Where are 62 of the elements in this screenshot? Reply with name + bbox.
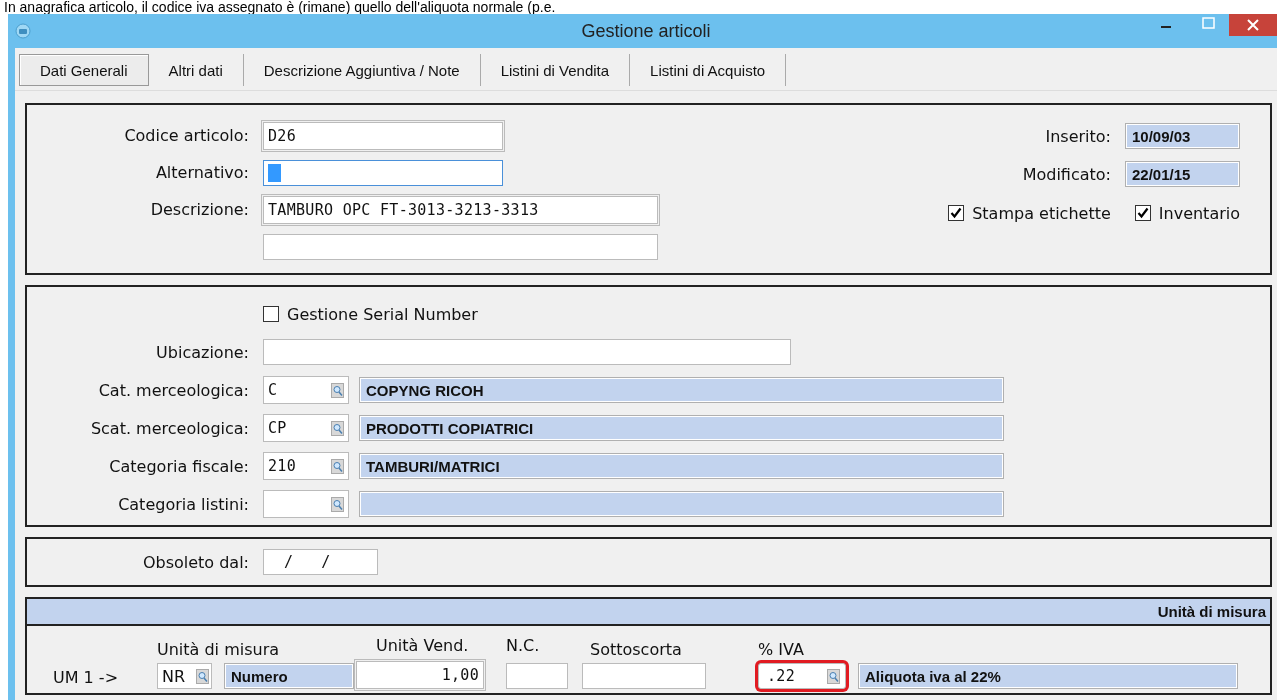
field-label: Cat. merceologica: [97,380,249,400]
field-label: Ubicazione: [155,342,249,362]
window-title: Gestione articoli [580,20,712,42]
checkbox-label: Gestione Serial Number [287,304,478,324]
tab[interactable]: Listini di Acquisto [630,54,787,86]
tab[interactable]: Descrizione Aggiuntiva / Note [243,54,481,86]
date-field[interactable]: / / [263,549,378,575]
search-icon[interactable] [827,668,840,684]
description-field: Aliquota iva al 22% [858,663,1238,689]
description-field: COPYNG RICOH [359,377,1004,403]
date-field: 10/09/03 [1125,123,1240,149]
input-field[interactable] [263,339,791,365]
field-label: Categoria fiscale: [108,456,249,476]
input-field[interactable] [582,663,706,689]
column-label: Unità di misura [157,640,281,659]
lookup-field[interactable]: NR [157,663,212,689]
checkbox[interactable] [1134,205,1151,221]
input-field[interactable] [263,233,658,260]
input-field[interactable] [506,663,568,689]
description-field: Numero [224,663,354,689]
search-icon[interactable] [331,458,344,474]
caption-text: In anagrafica articolo, il codice iva assegnato è (rimane) quello dell'aliquota normale (p.e. [3,0,557,14]
search-icon[interactable] [331,382,344,398]
description-field: PRODOTTI COPIATRICI [359,415,1004,441]
lookup-field[interactable]: .22 [758,663,846,689]
checkbox[interactable] [263,306,279,322]
field-label: Categoria listini: [117,494,249,514]
lookup-field[interactable]: CP [263,414,349,442]
search-icon[interactable] [331,496,344,512]
search-icon[interactable] [331,420,344,436]
search-icon[interactable] [196,668,209,684]
column-label: N.C. [506,636,541,655]
field-label: Inserito: [1045,126,1111,146]
description-field: TAMBURI/MATRICI [359,453,1004,479]
field-label: Codice articolo: [123,126,249,145]
column-label: Unità Vend. [376,636,470,655]
field-label: Obsoleto dal: [141,552,249,572]
input-field[interactable]: D26 [263,121,503,150]
column-label: % IVA [758,640,805,659]
input-field[interactable]: 1,00 [356,661,484,689]
checkbox[interactable] [948,205,965,221]
column-label: Sottoscorta [590,640,683,659]
lookup-field[interactable]: 210 [263,452,349,480]
text-cursor [268,163,281,182]
tab[interactable]: Listini di Vendita [480,54,631,86]
checkbox-label: Inventario [1158,203,1240,223]
field-label: Descrizione: [149,200,249,219]
app-icon [15,23,31,39]
close-icon[interactable] [1229,14,1277,36]
input-field[interactable]: TAMBURO OPC FT-3013-3213-3313 [263,195,658,224]
field-label: Modificato: [1022,164,1111,184]
lookup-field[interactable]: C [263,376,349,404]
input-field[interactable] [263,159,503,186]
row-label: UM 1 -> [53,667,120,689]
section-header: Unità di misura [27,599,1270,626]
field-label: Scat. merceologica: [89,418,249,438]
lookup-field[interactable] [263,490,349,518]
date-field: 22/01/15 [1125,161,1240,187]
tab[interactable]: Dati Generali [19,54,149,86]
checkbox-label: Stampa etichette [972,203,1111,223]
tab[interactable]: Altri dati [148,54,244,86]
field-label: Alternativo: [154,163,249,182]
